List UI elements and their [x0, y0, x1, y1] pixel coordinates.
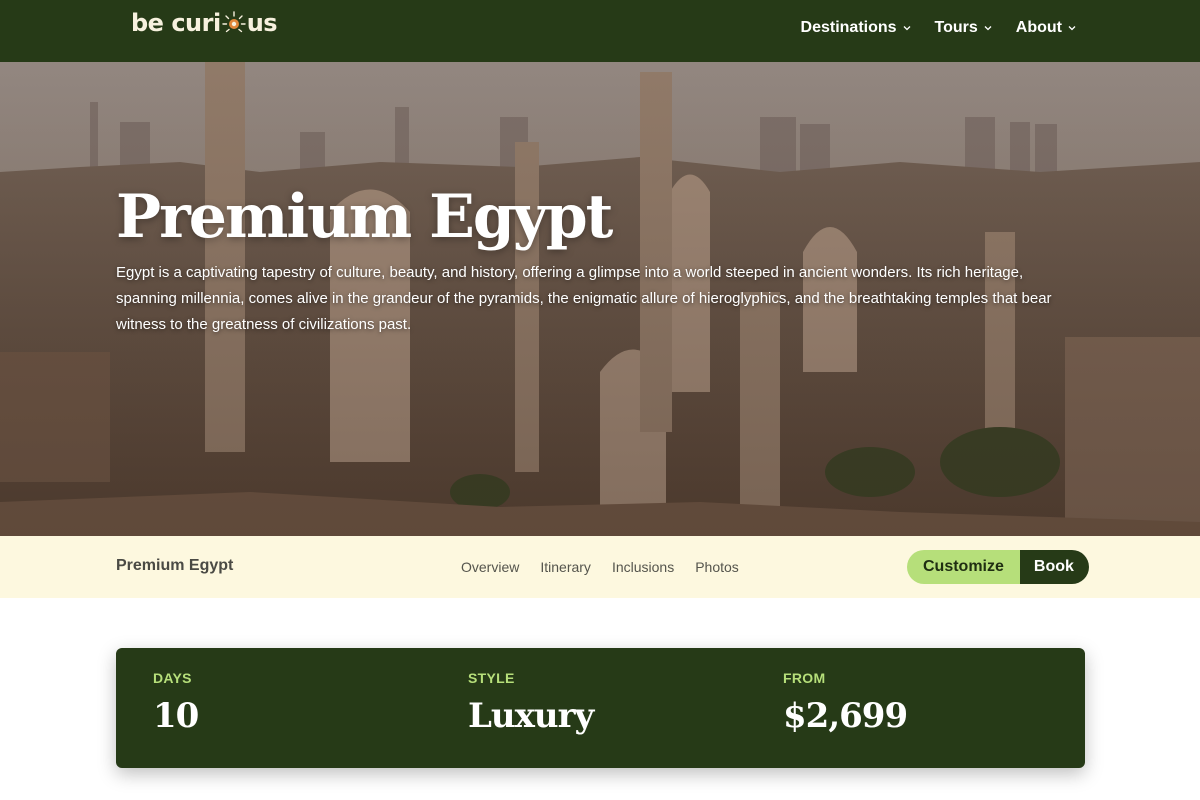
stat-label: DAYS — [153, 670, 192, 686]
sun-logo-icon — [221, 11, 246, 35]
link-inclusions[interactable]: Inclusions — [612, 559, 674, 575]
stat-price: FROM $2,699 — [783, 670, 908, 736]
hero-banner: Premium Egypt Egypt is a captivating tap… — [0, 62, 1200, 536]
link-overview[interactable]: Overview — [461, 559, 519, 575]
nav-item-label: Tours — [934, 19, 978, 36]
link-photos[interactable]: Photos — [695, 559, 739, 575]
main-nav: Destinations Tours About — [777, 19, 1076, 37]
chevron-down-icon — [984, 26, 992, 31]
top-navigation-bar: be curi us Destinations Tours About — [0, 0, 1200, 62]
nav-item-about[interactable]: About — [1016, 19, 1076, 37]
tour-stats-card: DAYS 10 STYLE Luxury FROM $2,699 — [116, 648, 1085, 768]
stat-label: FROM — [783, 670, 826, 686]
tour-subnav-bar: Premium Egypt Overview Itinerary Inclusi… — [0, 536, 1200, 598]
nav-item-label: Destinations — [800, 19, 897, 36]
stat-value: $2,699 — [783, 696, 908, 736]
action-buttons: Customize Book — [907, 550, 1089, 584]
stat-label: STYLE — [468, 670, 515, 686]
brand-name-part1: be curi — [131, 9, 221, 37]
hero-description: Egypt is a captivating tapestry of cultu… — [116, 264, 1052, 333]
book-button[interactable]: Book — [1019, 550, 1089, 584]
nav-item-label: About — [1015, 19, 1062, 36]
brand-logo[interactable]: be curi us — [131, 6, 278, 40]
tour-section-links: Overview Itinerary Inclusions Photos — [461, 559, 760, 575]
link-itinerary[interactable]: Itinerary — [540, 559, 591, 575]
hero-title: Premium Egypt — [116, 182, 613, 252]
stat-value: 10 — [153, 696, 199, 736]
stat-value: Luxury — [468, 696, 594, 736]
brand-name-part2: us — [246, 9, 278, 37]
tour-title: Premium Egypt — [116, 557, 234, 574]
stat-style: STYLE Luxury — [468, 670, 594, 736]
stat-days: DAYS 10 — [153, 670, 199, 736]
chevron-down-icon — [1068, 26, 1076, 31]
nav-item-destinations[interactable]: Destinations — [801, 19, 911, 37]
customize-button[interactable]: Customize — [907, 550, 1020, 584]
nav-item-tours[interactable]: Tours — [935, 19, 992, 37]
chevron-down-icon — [903, 26, 910, 31]
